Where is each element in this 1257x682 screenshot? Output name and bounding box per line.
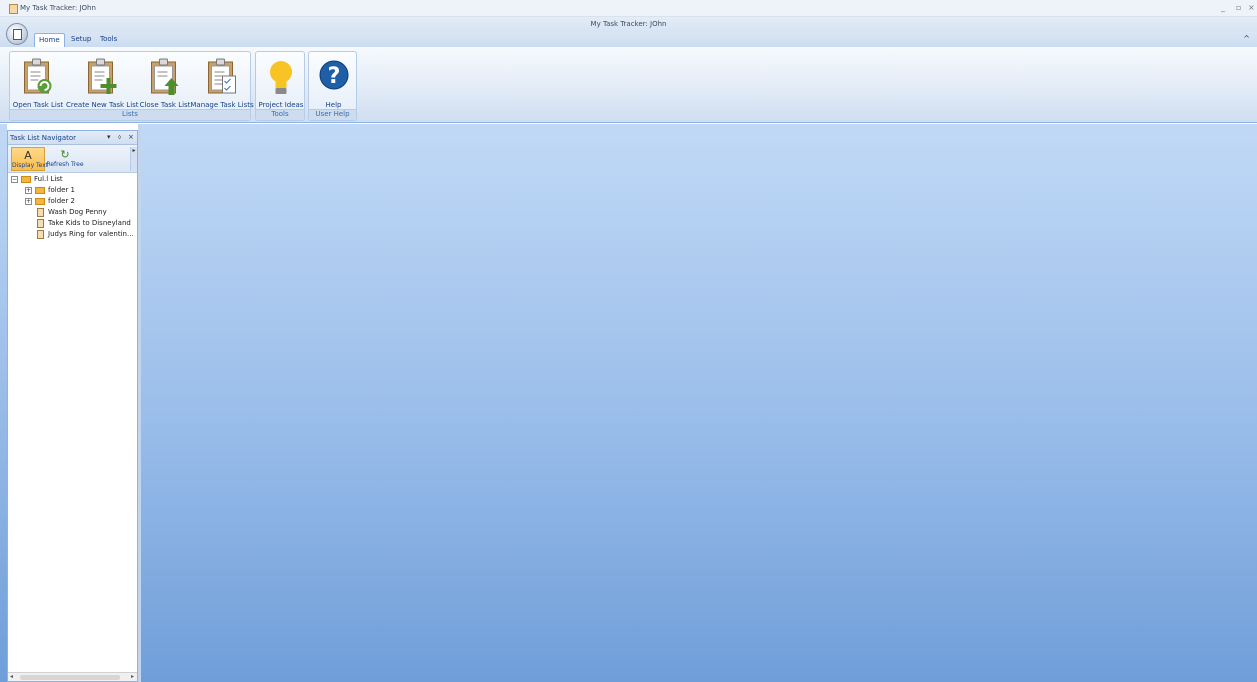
pin-icon[interactable]: ⬨ <box>118 133 121 142</box>
display-text-label: Display Text <box>12 162 49 169</box>
open-task-list-label: Open Task List <box>12 101 64 109</box>
ribbon-collapse-button[interactable]: ^ <box>1243 34 1250 43</box>
navigator-close-button[interactable]: × <box>128 133 134 141</box>
create-new-task-list-button[interactable]: Create New Task List <box>66 54 139 109</box>
scroll-thumb[interactable] <box>20 675 120 680</box>
refresh-tree-button[interactable]: ↻ Refresh Tree <box>46 147 84 171</box>
help-label: Help <box>325 101 342 109</box>
task-list-navigator-panel: Task List Navigator ▾ ⬨ × A Display Text… <box>7 130 138 682</box>
task-list-icon <box>37 208 44 217</box>
scroll-left-icon[interactable]: ◂ <box>10 673 13 680</box>
project-ideas-button[interactable]: Project Ideas <box>258 54 304 109</box>
font-a-icon: A <box>24 149 32 162</box>
open-task-list-icon <box>24 58 52 94</box>
svg-text:?: ? <box>327 64 340 89</box>
ribbon-caption-bar: My Task Tracker: JOhn <box>0 17 1257 32</box>
left-edge <box>0 124 7 682</box>
tree-node-label: Take Kids to Disneyland <box>48 219 131 227</box>
tree-node-label: Wash Dog Penny <box>48 208 107 216</box>
help-icon: ? <box>319 60 348 90</box>
tab-setup[interactable]: Setup <box>67 33 95 47</box>
folder-icon <box>35 187 45 194</box>
help-button[interactable]: ? Help <box>311 54 356 109</box>
task-list-icon <box>37 230 44 239</box>
project-ideas-label: Project Ideas <box>258 101 304 109</box>
lightbulb-icon <box>270 61 292 94</box>
lists-group-label: Lists <box>10 109 250 120</box>
toolbar-overflow-button[interactable]: ▸ <box>130 147 137 171</box>
expand-toggle[interactable]: + <box>25 187 32 194</box>
tree-node-label: Judys Ring for valentin... <box>48 230 134 238</box>
navigator-title: Task List Navigator <box>10 134 77 142</box>
user-help-group: ? Help User Help <box>308 51 357 121</box>
caption-title: My Task Tracker: JOhn <box>590 20 667 28</box>
close-task-list-icon <box>151 58 179 95</box>
refresh-tree-label: Refresh Tree <box>46 161 84 168</box>
mdi-workspace <box>141 124 1257 682</box>
create-task-list-icon <box>88 58 117 94</box>
expand-toggle[interactable]: + <box>25 198 32 205</box>
task-list-icon <box>37 219 44 228</box>
close-task-list-button[interactable]: Close Task List <box>140 54 190 109</box>
collapse-toggle[interactable]: − <box>11 176 18 183</box>
manage-task-lists-label: Manage Task Lists <box>190 101 254 109</box>
tab-home[interactable]: Home <box>34 33 65 47</box>
tree-node-label: folder 1 <box>48 186 75 194</box>
manage-task-lists-icon <box>208 58 236 94</box>
navigator-header: Task List Navigator ▾ ⬨ × <box>8 131 137 145</box>
tools-group-label: Tools <box>256 109 304 120</box>
open-task-list-button[interactable]: Open Task List <box>12 54 64 109</box>
close-window-button[interactable]: × <box>1248 3 1255 12</box>
create-new-task-list-label: Create New Task List <box>66 101 139 109</box>
ribbon: Open Task List Create New Task List Clos… <box>0 47 1257 123</box>
refresh-icon: ↻ <box>60 148 70 161</box>
folder-icon <box>35 198 45 205</box>
tree-node-label: folder 2 <box>48 197 75 205</box>
window-title-bar: My Task Tracker: JOhn _ ▫ × <box>0 0 1257 17</box>
maximize-button[interactable]: ▫ <box>1236 3 1241 12</box>
folder-icon <box>21 176 31 183</box>
scroll-right-icon[interactable]: ▸ <box>131 673 134 680</box>
navigator-dropdown-button[interactable]: ▾ <box>107 133 111 141</box>
lists-group: Open Task List Create New Task List Clos… <box>9 51 254 121</box>
manage-task-lists-button[interactable]: Manage Task Lists <box>190 54 254 109</box>
tools-group: Project Ideas Tools <box>255 51 305 121</box>
clipboard-icon <box>13 29 22 40</box>
display-text-button[interactable]: A Display Text <box>11 147 49 171</box>
tree-node-label: Ful.l List <box>34 175 63 183</box>
horizontal-scrollbar[interactable]: ◂ ▸ <box>8 672 137 681</box>
navigator-toolbar: A Display Text ↻ Refresh Tree ▸ <box>8 145 137 173</box>
tab-tools[interactable]: Tools <box>96 33 121 47</box>
close-task-list-label: Close Task List <box>139 101 191 109</box>
window-title: My Task Tracker: JOhn <box>20 4 96 12</box>
app-icon <box>9 4 18 14</box>
minimize-button[interactable]: _ <box>1221 3 1225 12</box>
ribbon-tab-strip: Home Setup Tools ^ <box>0 32 1257 47</box>
user-help-group-label: User Help <box>309 109 356 120</box>
application-menu-button[interactable] <box>6 23 28 45</box>
